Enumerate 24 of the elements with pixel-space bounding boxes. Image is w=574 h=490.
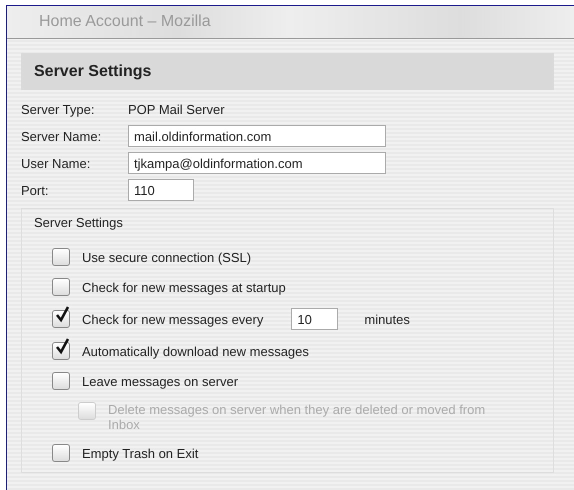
- option-label: Use secure connection (SSL): [82, 250, 252, 264]
- checkbox[interactable]: [52, 444, 70, 462]
- checkbox[interactable]: [52, 372, 70, 390]
- option-label: Leave messages on server: [82, 374, 238, 388]
- checkbox[interactable]: [52, 248, 70, 266]
- input-field[interactable]: mail.oldinformation.com: [128, 125, 386, 147]
- input-field[interactable]: tjkampa@oldinformation.com: [128, 152, 386, 174]
- section-title: Server Settings: [34, 62, 152, 80]
- field-label: User Name:: [21, 156, 92, 170]
- option-label: Automatically download new messages: [82, 344, 309, 358]
- option-label: Check for new messages every: [82, 312, 264, 326]
- field-label: Port:: [21, 182, 50, 198]
- field-value: POP Mail Server: [128, 102, 225, 116]
- input-field[interactable]: 110: [128, 179, 194, 201]
- unit-label: minutes: [364, 312, 410, 326]
- field-label: Server Type:: [21, 102, 96, 116]
- window-title: Home Account – Mozilla: [39, 13, 211, 31]
- checkbox[interactable]: [52, 278, 70, 296]
- option-label: Check for new messages at startup: [82, 280, 286, 294]
- field-label: Server Name:: [21, 128, 102, 144]
- option-label: Empty Trash on Exit: [82, 446, 198, 460]
- input-field[interactable]: 10: [291, 308, 338, 330]
- group-title: Server Settings: [34, 215, 123, 230]
- option-label: Delete messages on server when they are deleted or moved from Inbox: [108, 402, 486, 432]
